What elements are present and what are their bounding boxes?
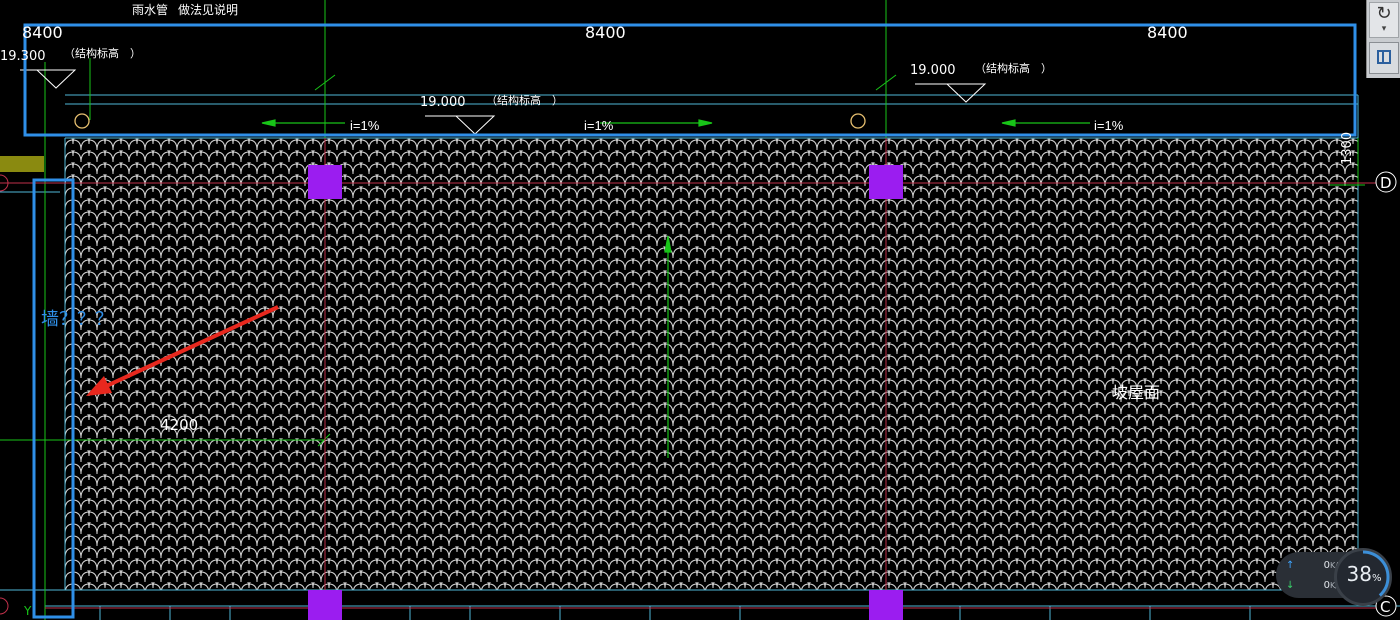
column xyxy=(869,590,903,620)
dimension-span: 8400 xyxy=(1147,23,1188,42)
elevation-tag: （结构标高 ） xyxy=(64,46,141,60)
label-method-note: 做法见说明 xyxy=(178,2,238,17)
elevation-value: 19.000 xyxy=(420,95,466,110)
slope-label: i=1% xyxy=(584,118,614,133)
dimension-half-span: 4200 xyxy=(160,416,198,434)
cpu-percent: 38% xyxy=(1346,562,1382,586)
ucs-axis-label: Y xyxy=(23,604,32,618)
left-axis-bubble xyxy=(0,597,9,615)
right-toolbar: ↻ ▾ xyxy=(1366,0,1400,78)
column xyxy=(869,165,903,199)
column xyxy=(308,590,342,620)
download-arrow-icon: ↓ xyxy=(1286,580,1295,591)
slope-label: i=1% xyxy=(1094,118,1124,133)
elevation-tag: （结构标高 ） xyxy=(975,61,1052,75)
svg-text:D: D xyxy=(1380,174,1392,192)
chevron-down-icon[interactable]: ▾ xyxy=(1370,25,1398,34)
rain-pipe-circle xyxy=(850,113,866,129)
vertical-dimension: 1300 xyxy=(1340,132,1355,165)
roof-tile-hatch xyxy=(65,138,1358,590)
redo-button[interactable]: ↻ ▾ xyxy=(1369,2,1399,38)
dimension-span: 8400 xyxy=(22,23,63,42)
elevation-value: 19.300 xyxy=(0,49,46,64)
elevation-value: 19.000 xyxy=(910,63,956,78)
rain-pipe-circle xyxy=(74,113,90,129)
roof-label: 坡屋面 xyxy=(1112,383,1160,402)
axis-bubble-d: D xyxy=(1375,171,1397,193)
layout-button[interactable] xyxy=(1369,42,1399,74)
column xyxy=(308,165,342,199)
upload-arrow-icon: ↑ xyxy=(1286,560,1295,571)
redo-icon: ↻ xyxy=(1376,3,1392,24)
layout-grid-icon xyxy=(1377,50,1391,64)
label-rain-pipe: 雨水管 xyxy=(132,2,168,17)
elevation-tag: （结构标高 ） xyxy=(486,93,563,107)
dimension-span: 8400 xyxy=(585,23,626,42)
slope-label: i=1% xyxy=(350,118,380,133)
network-monitor-widget[interactable]: ↑0K/s ↓0K/s 38% xyxy=(1276,548,1394,606)
wall-question-annotation: 墙？？？ xyxy=(41,309,113,330)
cad-canvas[interactable]: 雨水管 做法见说明 8400 8400 8400 4200 19.300 （结构… xyxy=(0,0,1400,620)
cad-drawing[interactable]: 雨水管 做法见说明 8400 8400 8400 4200 19.300 （结构… xyxy=(0,0,1400,620)
